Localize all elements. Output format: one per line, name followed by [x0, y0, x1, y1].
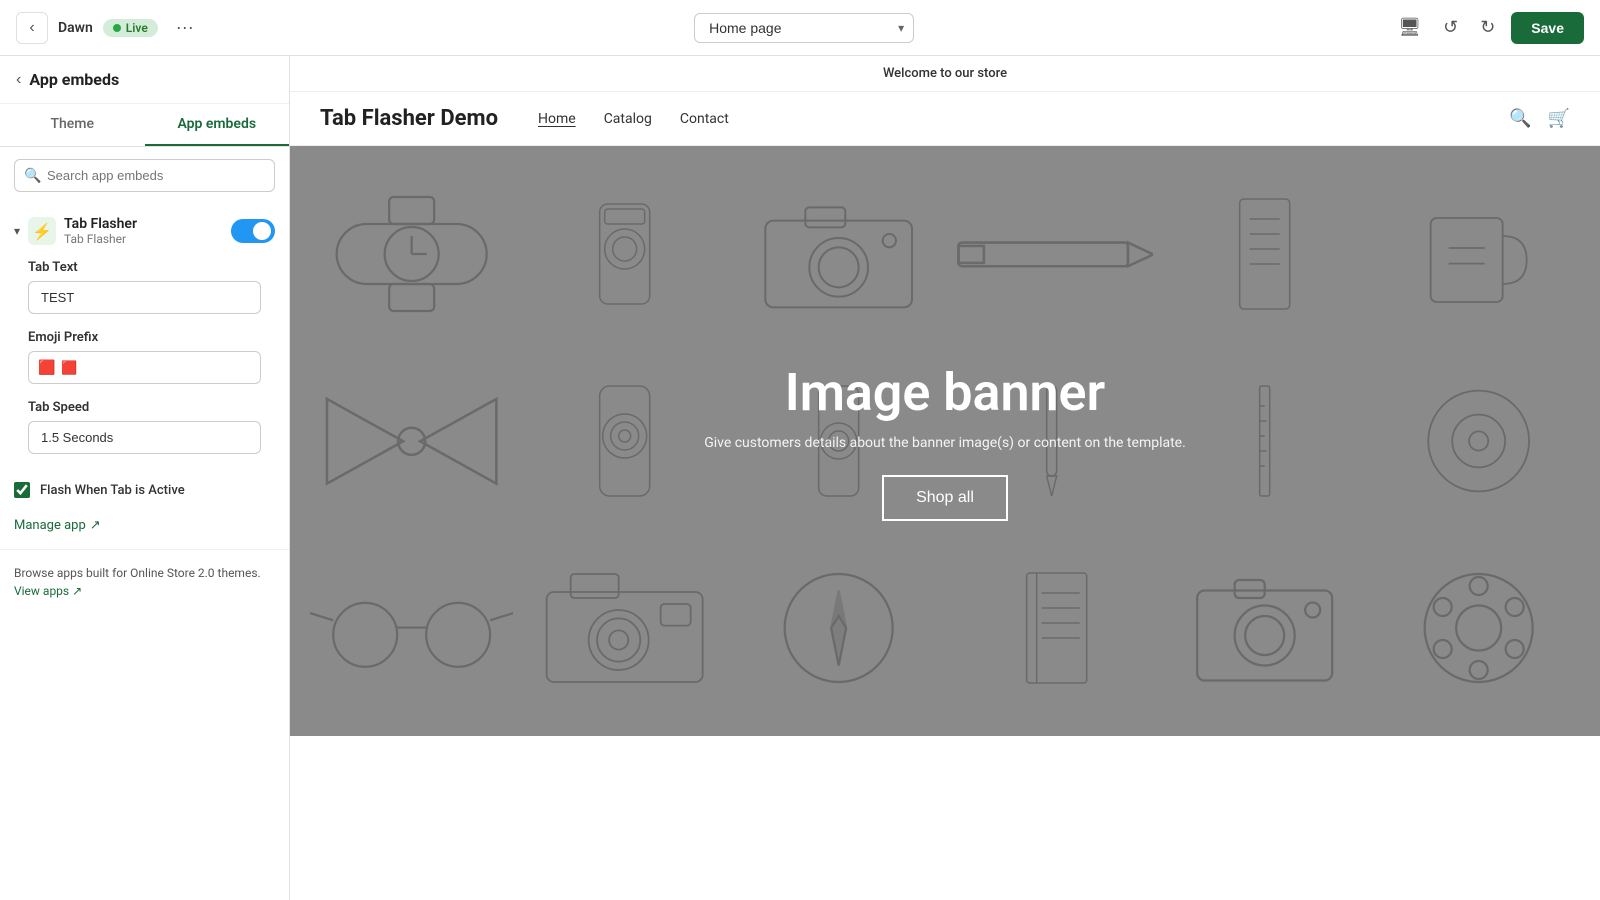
store-nav-link-contact[interactable]: Contact: [680, 111, 729, 127]
hero-content: Image banner Give customers details abou…: [704, 362, 1186, 521]
external-link-icon-2: ↗: [72, 584, 82, 598]
search-icon: 🔍: [24, 168, 41, 184]
hero-item-compass: [737, 539, 940, 716]
site-name: Dawn: [58, 20, 93, 36]
sidebar-tabs: Theme App embeds: [0, 104, 289, 147]
page-select[interactable]: Home page: [694, 13, 914, 43]
browse-text-content: Browse apps built for Online Store 2.0 t…: [14, 566, 261, 580]
hero-item-sunglasses: [310, 539, 513, 716]
tab-app-embeds[interactable]: App embeds: [145, 104, 290, 146]
topbar-left: ‹ Dawn Live ···: [16, 12, 216, 44]
sidebar: ‹ App embeds Theme App embeds 🔍 ▾ ⚡ Tab …: [0, 56, 290, 900]
main-area: ‹ App embeds Theme App embeds 🔍 ▾ ⚡ Tab …: [0, 56, 1600, 900]
hero-item-log: [1163, 166, 1366, 343]
store-nav-links: Home Catalog Contact: [538, 111, 1509, 127]
tab-text-field: Tab Text: [14, 260, 275, 314]
hero-item-tape: [1377, 353, 1580, 530]
toggle-slider: [231, 219, 275, 243]
redo-button[interactable]: ↻: [1474, 11, 1501, 44]
manage-app-link-wrap: Manage app ↗: [0, 514, 289, 549]
store-nav-link-catalog[interactable]: Catalog: [604, 111, 652, 127]
emoji-prefix-label: Emoji Prefix: [28, 330, 261, 345]
more-button[interactable]: ···: [168, 13, 202, 42]
topbar-center: Home page ▾: [228, 13, 1380, 43]
hero-item-notebook: [950, 539, 1153, 716]
store-nav-icons: 🔍 🛒: [1509, 108, 1570, 129]
hero-item-watch: [310, 166, 513, 343]
tab-speed-select[interactable]: 0.5 Seconds 1 Second 1.5 Seconds 2 Secon…: [28, 421, 261, 454]
app-name-main: Tab Flasher: [64, 216, 223, 232]
tab-text-input[interactable]: [28, 281, 261, 314]
emoji-select-wrap: 🟥 🟥 ⭐ 🔥 💥: [28, 351, 261, 384]
hero-item-lens2: [523, 353, 726, 530]
app-icon-image: ⚡: [32, 222, 52, 241]
sidebar-header: ‹ App embeds: [0, 56, 289, 104]
hero-item-bowtie: [310, 353, 513, 530]
hero-item-camera1: [737, 166, 940, 343]
hero-item-mug: [1377, 166, 1580, 343]
hero-item-camera2: [523, 539, 726, 716]
back-button[interactable]: ‹: [16, 12, 48, 44]
save-button[interactable]: Save: [1511, 12, 1584, 44]
tab-speed-field: Tab Speed 0.5 Seconds 1 Second 1.5 Secon…: [14, 400, 275, 454]
store-nav: Tab Flasher Demo Home Catalog Contact 🔍 …: [290, 92, 1600, 146]
manage-app-text: Manage app: [14, 518, 86, 533]
hero-item-ruler: [1163, 353, 1366, 530]
search-input[interactable]: [14, 159, 275, 192]
hero-subtitle: Give customers details about the banner …: [704, 435, 1186, 451]
store-announcement-bar: Welcome to our store: [290, 56, 1600, 92]
tab-text-label: Tab Text: [28, 260, 261, 275]
topbar: ‹ Dawn Live ··· Home page ▾ 🖥 ↺ ↻ Save: [0, 0, 1600, 56]
emoji-prefix-select[interactable]: 🟥 ⭐ 🔥 💥: [28, 351, 261, 384]
shop-all-button[interactable]: Shop all: [882, 475, 1008, 521]
store-logo: Tab Flasher Demo: [320, 106, 498, 131]
manage-app-link[interactable]: Manage app ↗: [14, 518, 101, 533]
search-nav-icon[interactable]: 🔍: [1509, 108, 1531, 129]
topbar-right: 🖥 ↺ ↻ Save: [1392, 11, 1584, 44]
app-embed-header: ▾ ⚡ Tab Flasher Tab Flasher: [14, 216, 275, 246]
flash-active-row: Flash When Tab is Active: [0, 482, 289, 498]
hero-title: Image banner: [704, 362, 1186, 423]
browse-text: Browse apps built for Online Store 2.0 t…: [0, 549, 289, 608]
emoji-prefix-field: Emoji Prefix 🟥 🟥 ⭐ 🔥 💥: [14, 330, 275, 384]
undo-button[interactable]: ↺: [1437, 11, 1464, 44]
live-dot: [113, 24, 121, 32]
preview-inner: Welcome to our store Tab Flasher Demo Ho…: [290, 56, 1600, 900]
tab-speed-label: Tab Speed: [28, 400, 261, 415]
view-apps-link[interactable]: View apps ↗: [14, 584, 82, 598]
live-badge: Live: [103, 19, 158, 37]
desktop-view-button[interactable]: 🖥: [1392, 11, 1427, 44]
store-announcement-text: Welcome to our store: [883, 66, 1007, 81]
cart-nav-icon[interactable]: 🛒: [1548, 108, 1570, 129]
page-select-wrap: Home page ▾: [694, 13, 914, 43]
app-embed-item: ▾ ⚡ Tab Flasher Tab Flasher Tab Text Em: [0, 204, 289, 482]
flash-active-label: Flash When Tab is Active: [40, 483, 185, 498]
chevron-down-icon[interactable]: ▾: [14, 224, 20, 238]
hero-item-camera3: [1163, 539, 1366, 716]
app-toggle[interactable]: [231, 219, 275, 243]
tab-theme[interactable]: Theme: [0, 104, 145, 146]
preview-area: Welcome to our store Tab Flasher Demo Ho…: [290, 56, 1600, 900]
hero-item-pencil: [950, 166, 1153, 343]
app-icon: ⚡: [28, 217, 56, 245]
external-link-icon: ↗: [90, 518, 101, 533]
search-wrap: 🔍: [0, 147, 289, 204]
app-names: Tab Flasher Tab Flasher: [64, 216, 223, 246]
hero-item-lens1: [523, 166, 726, 343]
sidebar-back-button[interactable]: ‹: [16, 71, 21, 89]
hero-item-reel: [1377, 539, 1580, 716]
live-label: Live: [126, 21, 148, 35]
hero-banner: Image banner Give customers details abou…: [290, 146, 1600, 736]
flash-active-checkbox[interactable]: [14, 482, 30, 498]
store-nav-link-home[interactable]: Home: [538, 111, 576, 127]
app-name-sub: Tab Flasher: [64, 232, 223, 246]
sidebar-title: App embeds: [29, 70, 119, 89]
view-apps-text: View apps: [14, 584, 69, 598]
